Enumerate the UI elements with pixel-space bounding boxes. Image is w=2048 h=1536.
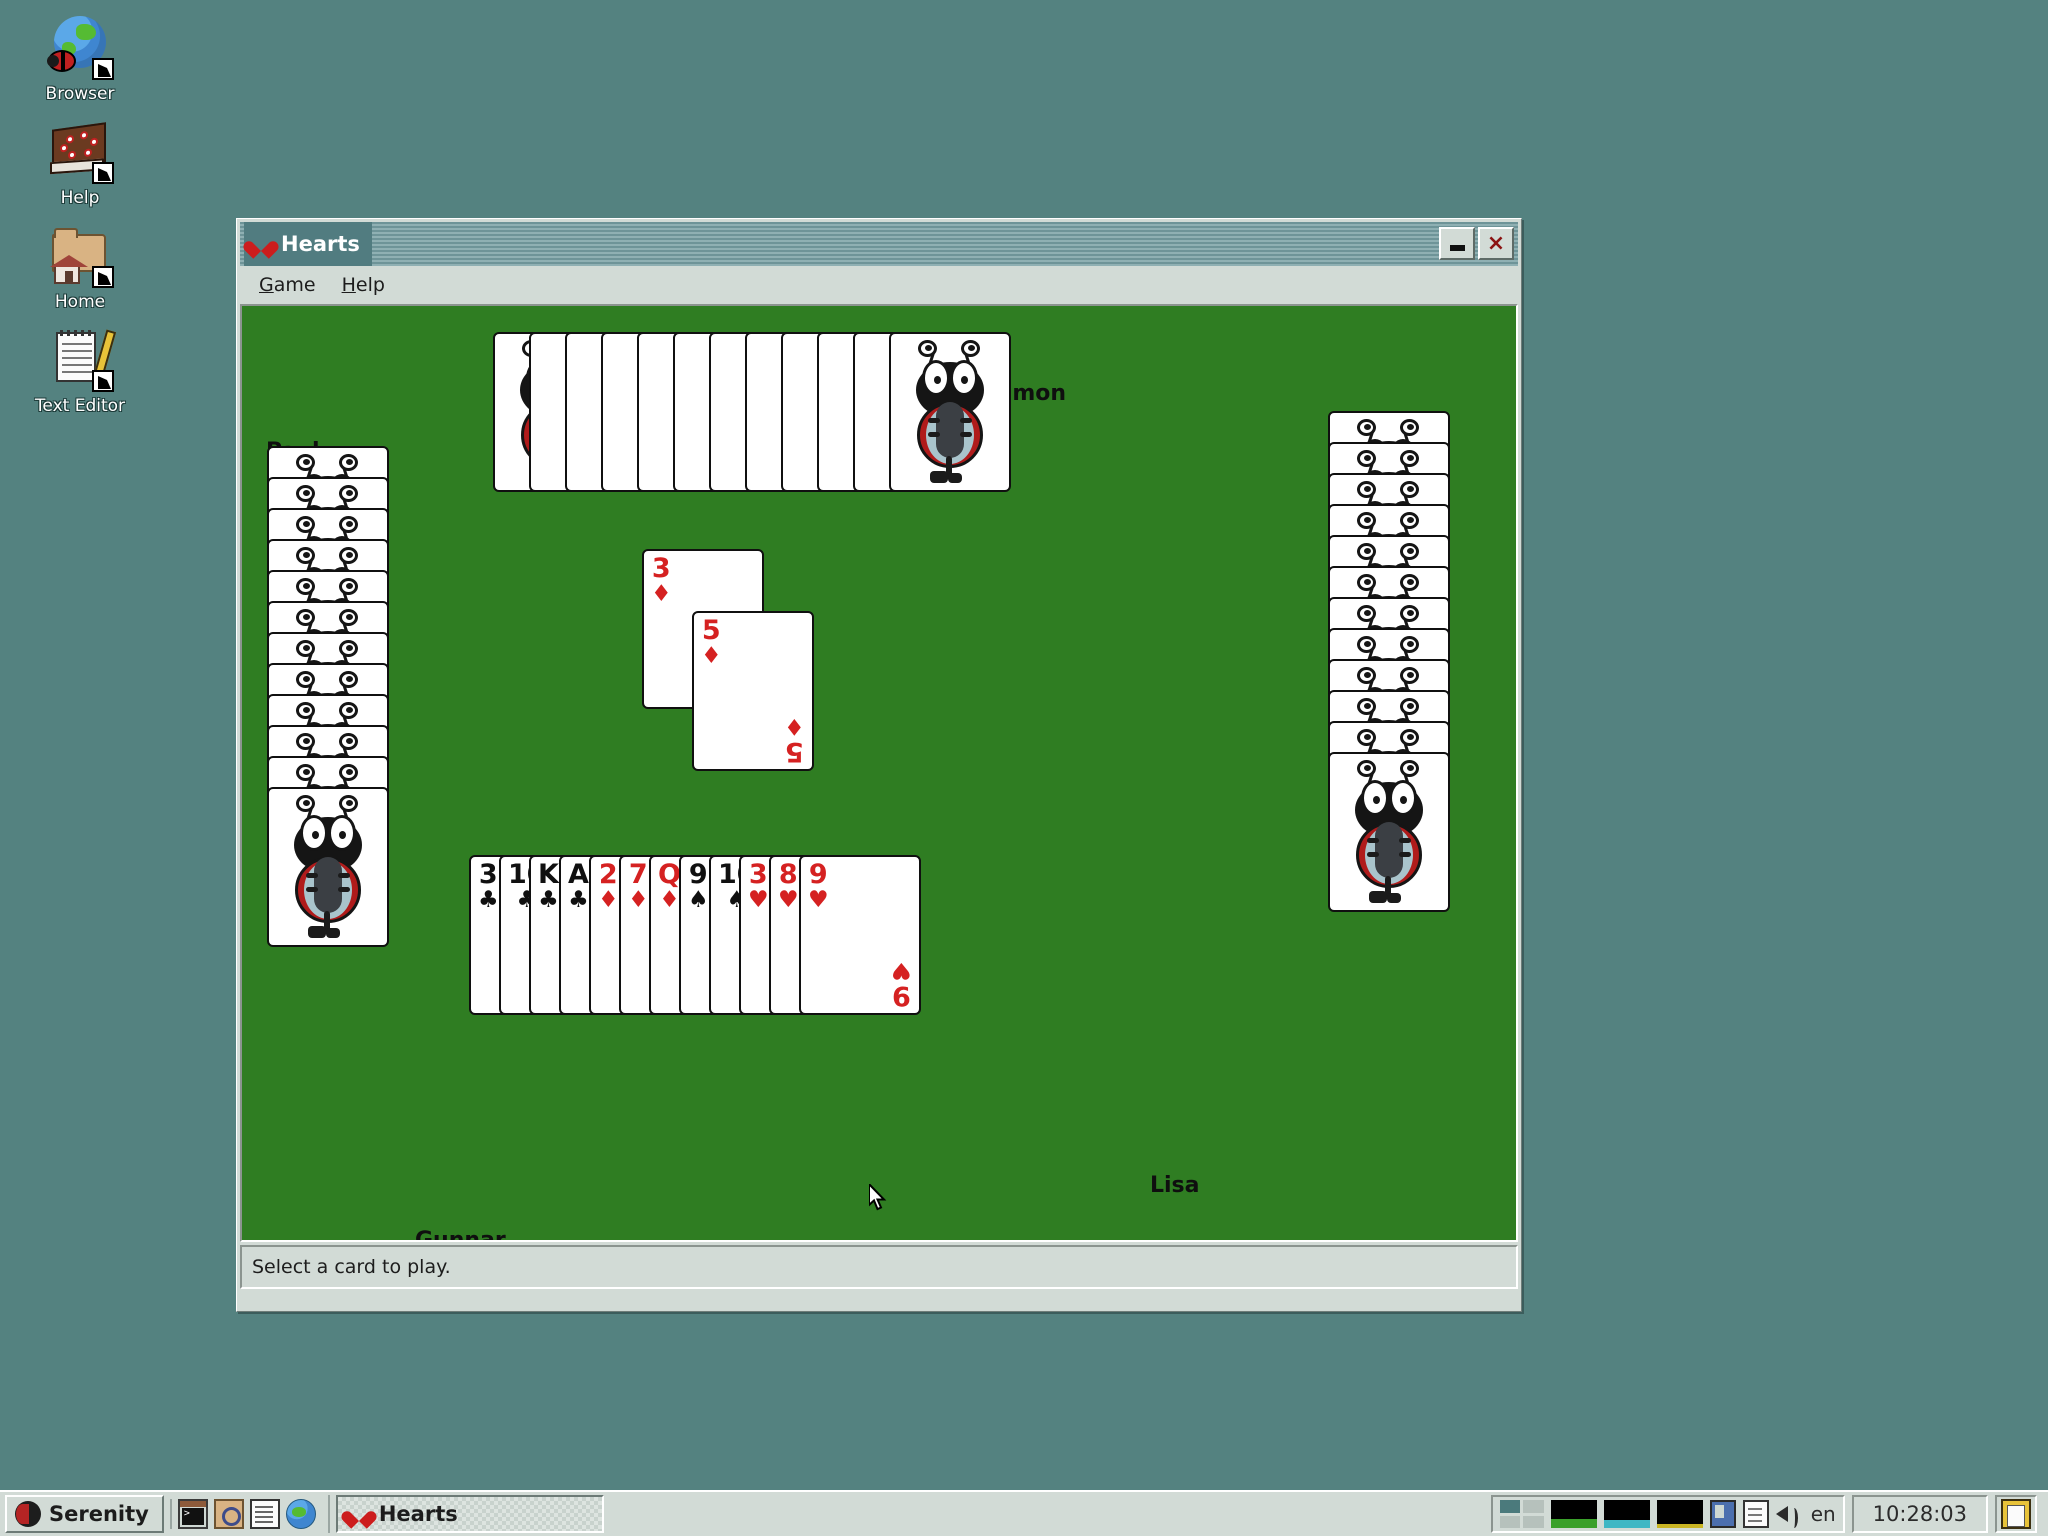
card-back — [889, 332, 1011, 492]
card-corner-top: 9 ♥ — [808, 859, 829, 913]
menu-help[interactable]: Help — [333, 271, 394, 299]
text-editor-icon[interactable] — [249, 1499, 280, 1529]
played-card: 5 ♦ 5 ♦ — [692, 611, 814, 771]
mouse-cursor — [869, 1184, 887, 1211]
terminal-icon[interactable] — [177, 1499, 208, 1529]
menu-game[interactable]: Game — [250, 271, 325, 299]
start-button-label: Serenity — [49, 1502, 149, 1526]
game-board[interactable]: Paul Simon Lisa Gunnar — [240, 304, 1518, 1242]
status-text: Select a card to play. — [252, 1256, 451, 1278]
workspace-switcher[interactable] — [1499, 1500, 1544, 1528]
notepad-tray-area — [1995, 1495, 2037, 1533]
taskbar: Serenity Hearts — [0, 1490, 2048, 1536]
card-corner-top: 3 ♥ — [748, 859, 769, 913]
browser-icon[interactable] — [285, 1499, 316, 1529]
resource-monitor-icon[interactable] — [1709, 1500, 1736, 1528]
card-corner-top: A ♣ — [568, 859, 589, 913]
desktop-icon-label: Help — [60, 188, 100, 208]
desktop-icon-label: Text Editor — [34, 396, 126, 416]
desktop-icon-browser[interactable]: Browser — [0, 14, 160, 104]
keyboard-layout-indicator[interactable]: en — [1811, 1502, 1836, 1526]
system-tray: en 10:28:03 — [1485, 1495, 2043, 1533]
minimize-button[interactable] — [1439, 227, 1475, 260]
status-bar: Select a card to play. — [240, 1245, 1518, 1289]
desktop-icon-home[interactable]: Home — [0, 222, 160, 312]
shortcut-overlay-icon — [92, 162, 114, 184]
serenity-logo-icon — [15, 1501, 41, 1527]
task-button-hearts[interactable]: Hearts — [335, 1495, 604, 1533]
window-title: Hearts — [281, 232, 360, 256]
card-corner-top: K ♣ — [538, 859, 559, 913]
quick-launch-area — [169, 1499, 322, 1529]
shortcut-overlay-icon — [92, 58, 114, 80]
window-titlebar[interactable]: Hearts × — [240, 222, 1518, 266]
notepad-icon[interactable] — [2001, 1499, 2031, 1529]
card-corner-top: 3 ♣ — [478, 859, 499, 913]
shortcut-overlay-icon — [92, 370, 114, 392]
shortcut-overlay-icon — [92, 266, 114, 288]
card-corner-top: 8 ♥ — [778, 859, 799, 913]
book-icon — [48, 118, 114, 184]
hearts-window[interactable]: Hearts × Game Help Paul Simon Lisa Gunna… — [236, 218, 1522, 1312]
file-manager-icon[interactable] — [213, 1499, 244, 1529]
card-corner-bottom: 5 ♦ — [784, 713, 805, 767]
card-corner-bottom: 9 ♥ — [891, 957, 912, 1011]
hand-card[interactable]: 9 ♥ 9 ♥ — [799, 855, 921, 1015]
notepad-pencil-icon — [48, 326, 117, 392]
player-name-gunnar: Gunnar — [415, 1228, 506, 1242]
start-button[interactable]: Serenity — [5, 1495, 164, 1533]
clock[interactable]: 10:28:03 — [1861, 1502, 1979, 1526]
clock-area: 10:28:03 — [1851, 1495, 1988, 1533]
card-corner-top: 9 ♠ — [688, 859, 709, 913]
audio-volume-icon[interactable] — [1775, 1506, 1804, 1528]
card-corner-top: 5 ♦ — [701, 615, 722, 669]
menubar: Game Help — [240, 266, 1518, 304]
globe-ladybug-icon — [47, 14, 114, 80]
minimize-icon — [1449, 244, 1465, 251]
card-back — [267, 787, 389, 947]
close-icon: × — [1486, 230, 1506, 256]
clipboard-icon[interactable] — [1742, 1500, 1769, 1528]
desktop-icon-label: Home — [54, 292, 106, 312]
task-button-label: Hearts — [378, 1502, 458, 1526]
folder-house-icon — [48, 222, 114, 288]
card-corner-top: 2 ♦ — [598, 859, 619, 913]
tray-applets: en — [1490, 1495, 1845, 1533]
heart-icon — [250, 234, 272, 254]
cpu-graph[interactable] — [1550, 1500, 1597, 1528]
close-button[interactable]: × — [1478, 227, 1514, 260]
player-name-lisa: Lisa — [1150, 1173, 1200, 1198]
card-corner-top: Q ♦ — [658, 859, 681, 913]
desktop-icon-area: Browser Help Home Text Editor — [0, 0, 160, 416]
task-list: Hearts — [327, 1495, 604, 1533]
desktop-icon-text-editor[interactable]: Text Editor — [0, 326, 160, 416]
card-corner-top: 3 ♦ — [651, 553, 672, 607]
desktop-icon-label: Browser — [45, 84, 115, 104]
card-corner-top: 7 ♦ — [628, 859, 649, 913]
heart-icon — [348, 1504, 370, 1524]
card-back — [1328, 752, 1450, 912]
desktop-icon-help[interactable]: Help — [0, 118, 160, 208]
memory-graph[interactable] — [1603, 1500, 1650, 1528]
network-graph[interactable] — [1656, 1500, 1703, 1528]
